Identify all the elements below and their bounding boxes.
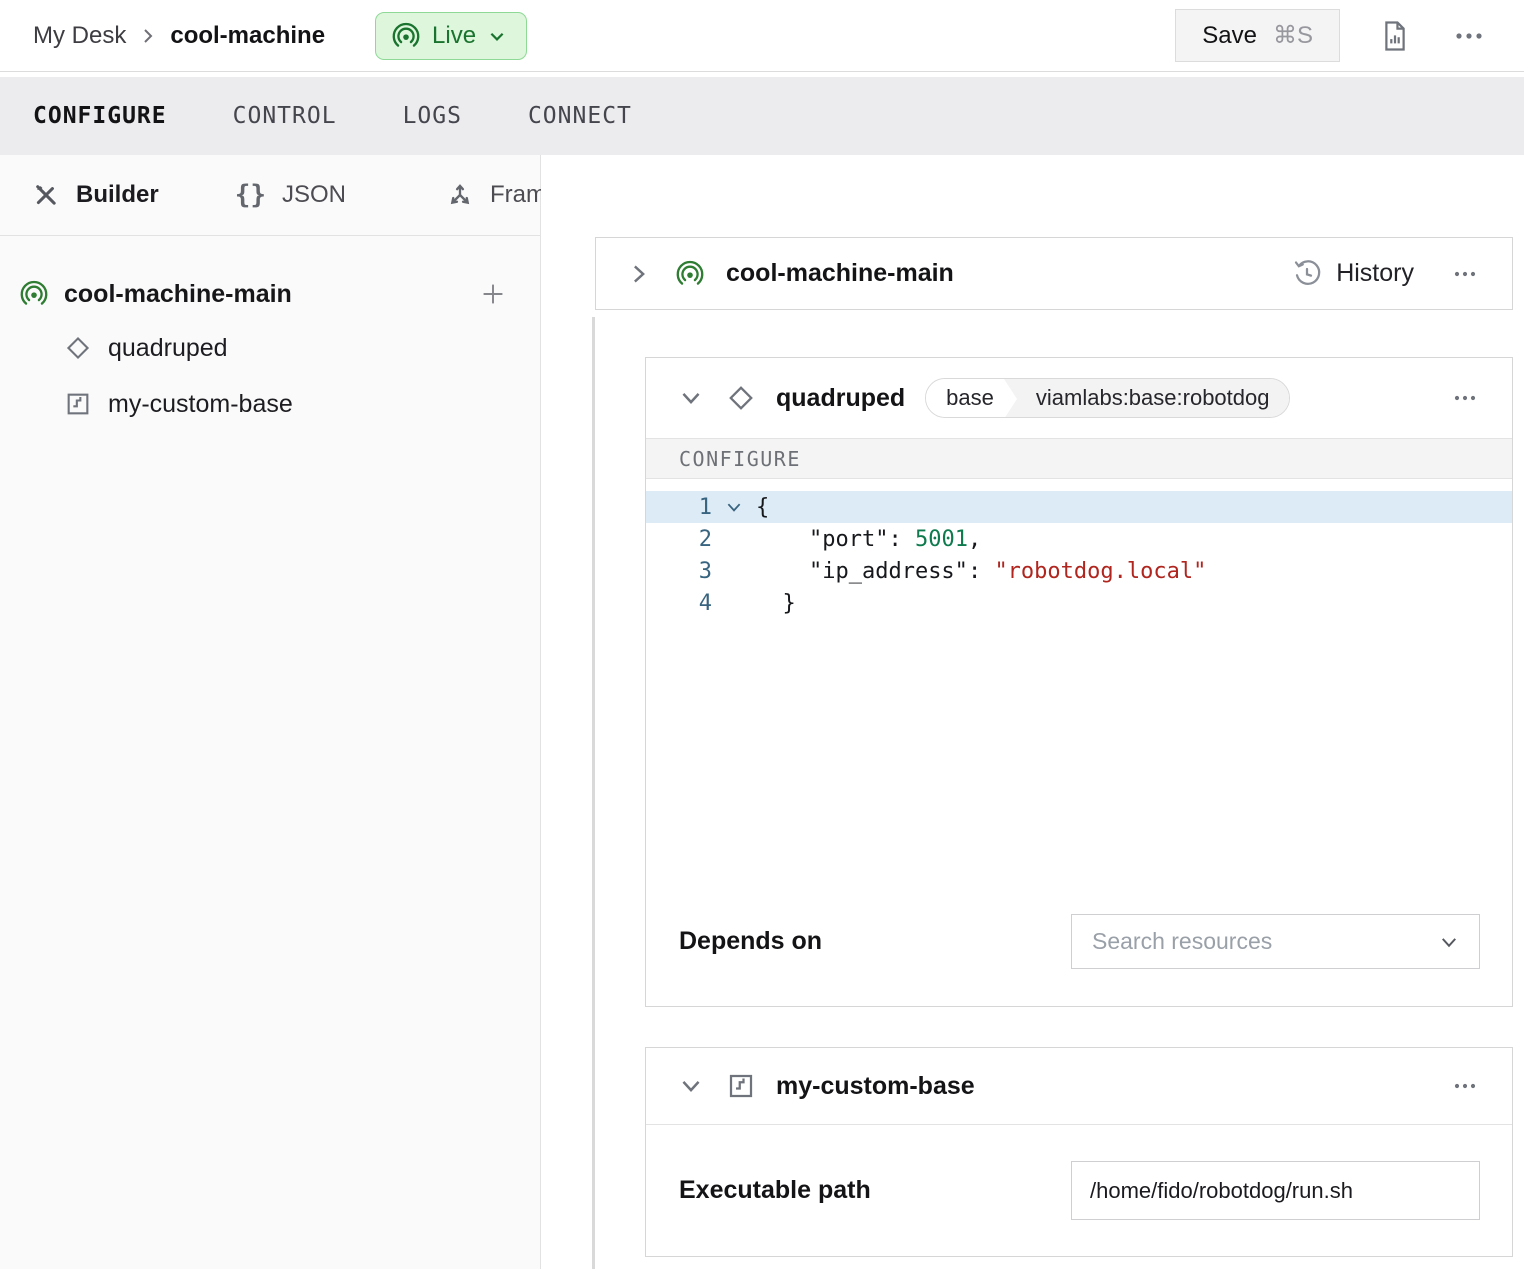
- chevron-down-icon: [1439, 932, 1459, 952]
- history-button[interactable]: History: [1292, 259, 1414, 289]
- quadruped-title: quadruped: [776, 384, 905, 413]
- badge-divider: [1004, 379, 1030, 417]
- search-resources-placeholder: Search resources: [1092, 928, 1272, 955]
- save-button[interactable]: Save ⌘S: [1175, 9, 1340, 62]
- tab-control[interactable]: CONTROL: [233, 103, 337, 129]
- mode-json[interactable]: {} JSON: [235, 180, 346, 210]
- module-icon: [726, 1071, 756, 1101]
- diamond-icon: [64, 334, 92, 362]
- add-resource-button[interactable]: [480, 281, 506, 307]
- tree-item-my-custom-base[interactable]: my-custom-base: [0, 376, 540, 432]
- code-line-2[interactable]: 2 "port": 5001,: [646, 523, 1512, 555]
- machine-part-card: cool-machine-main History: [595, 237, 1513, 310]
- chevron-down-icon[interactable]: [678, 385, 704, 411]
- configure-sidebar: Builder {} JSON Frame: [0, 155, 541, 1269]
- live-label: Live: [432, 22, 476, 50]
- machine-part-title: cool-machine-main: [726, 259, 954, 288]
- tree-child-label: my-custom-base: [108, 390, 293, 419]
- tools-icon: [32, 181, 60, 209]
- chevron-down-icon[interactable]: [678, 1073, 704, 1099]
- my-custom-base-menu-button[interactable]: [1448, 1078, 1482, 1094]
- frame-axes-icon: [446, 181, 474, 209]
- quadruped-card-header: quadruped base viamlabs:base:robotdog: [646, 358, 1512, 438]
- configure-main-panel: cool-machine-main History: [541, 155, 1524, 1269]
- live-status-dropdown[interactable]: Live: [375, 12, 527, 60]
- code-line-3[interactable]: 3 "ip_address": "robotdog.local": [646, 555, 1512, 587]
- depends-resource-select[interactable]: Search resources: [1071, 914, 1480, 969]
- line-number: 3: [646, 559, 712, 584]
- ellipsis-icon: [1452, 1082, 1478, 1090]
- chevron-right-icon[interactable]: [626, 261, 652, 287]
- component-type: base: [926, 379, 1004, 417]
- depends-on-row: Depends on Search resources: [646, 914, 1512, 969]
- my-custom-base-title: my-custom-base: [776, 1072, 975, 1101]
- line-number: 4: [646, 591, 712, 616]
- machine-part-menu-button[interactable]: [1448, 266, 1482, 282]
- machine-report-button[interactable]: [1376, 16, 1414, 56]
- breadcrumb-root[interactable]: My Desk: [33, 22, 126, 50]
- code-text: {: [756, 495, 769, 520]
- breadcrumb-separator-icon: [140, 28, 156, 44]
- tree-item-quadruped[interactable]: quadruped: [0, 320, 540, 376]
- ellipsis-icon: [1452, 270, 1478, 278]
- tab-logs[interactable]: LOGS: [403, 103, 462, 129]
- executable-path-label: Executable path: [679, 1176, 871, 1205]
- tree-child-label: quadruped: [108, 334, 228, 363]
- code-editor[interactable]: 1{2 "port": 5001,3 "ip_address": "robotd…: [646, 479, 1512, 619]
- breadcrumb-current: cool-machine: [170, 22, 325, 50]
- config-mode-switcher: Builder {} JSON Frame: [0, 155, 540, 236]
- tree-item-cool-machine-main[interactable]: cool-machine-main: [0, 268, 540, 320]
- ellipsis-icon: [1454, 31, 1484, 41]
- broadcast-icon: [676, 260, 704, 288]
- breadcrumb: My Desk cool-machine: [33, 22, 325, 50]
- document-chart-icon: [1380, 20, 1410, 52]
- tab-connect[interactable]: CONNECT: [528, 103, 632, 129]
- resource-tree: cool-machine-main quadruped my-custom-ba…: [0, 236, 540, 432]
- ellipsis-icon: [1452, 394, 1478, 402]
- history-clock-icon: [1292, 259, 1322, 289]
- code-line-4[interactable]: 4 }: [646, 587, 1512, 619]
- fold-chevron-icon[interactable]: [712, 498, 756, 516]
- save-shortcut: ⌘S: [1273, 21, 1313, 50]
- code-text: "port": 5001,: [756, 527, 981, 552]
- mode-builder-label: Builder: [76, 181, 159, 209]
- save-label: Save: [1202, 22, 1257, 50]
- component-type-model-badge: base viamlabs:base:robotdog: [925, 378, 1290, 418]
- quadruped-component-card: quadruped base viamlabs:base:robotdog CO…: [645, 357, 1513, 1007]
- braces-icon: {}: [235, 180, 266, 210]
- my-custom-base-card: my-custom-base Executable path: [645, 1047, 1513, 1257]
- mode-json-label: JSON: [282, 181, 346, 209]
- tree-connector-line: [592, 317, 595, 1269]
- code-text: "ip_address": "robotdog.local": [756, 559, 1206, 584]
- component-model: viamlabs:base:robotdog: [1030, 379, 1290, 417]
- tab-configure[interactable]: CONFIGURE: [33, 103, 167, 129]
- mode-builder[interactable]: Builder: [32, 181, 159, 209]
- chevron-down-icon: [488, 27, 506, 45]
- configure-section-label: CONFIGURE: [679, 447, 801, 471]
- tree-root-label: cool-machine-main: [64, 280, 292, 309]
- my-custom-base-body: Executable path: [646, 1125, 1512, 1256]
- history-label: History: [1336, 259, 1414, 288]
- diamond-icon: [726, 383, 756, 413]
- configure-section-bar: CONFIGURE: [646, 438, 1512, 479]
- my-custom-base-header: my-custom-base: [646, 1048, 1512, 1125]
- executable-path-input[interactable]: [1071, 1161, 1480, 1220]
- module-icon: [64, 390, 92, 418]
- broadcast-icon: [392, 22, 420, 50]
- machine-tab-bar: CONFIGURE CONTROL LOGS CONNECT: [0, 77, 1524, 155]
- depends-on-label: Depends on: [679, 927, 822, 956]
- broadcast-icon: [20, 280, 48, 308]
- line-number: 2: [646, 527, 712, 552]
- line-number: 1: [646, 495, 712, 520]
- app-header: My Desk cool-machine Live Save ⌘S: [0, 0, 1524, 72]
- code-text: }: [756, 591, 796, 616]
- quadruped-menu-button[interactable]: [1448, 390, 1482, 406]
- code-line-1[interactable]: 1{: [646, 491, 1512, 523]
- machine-menu-button[interactable]: [1450, 27, 1488, 45]
